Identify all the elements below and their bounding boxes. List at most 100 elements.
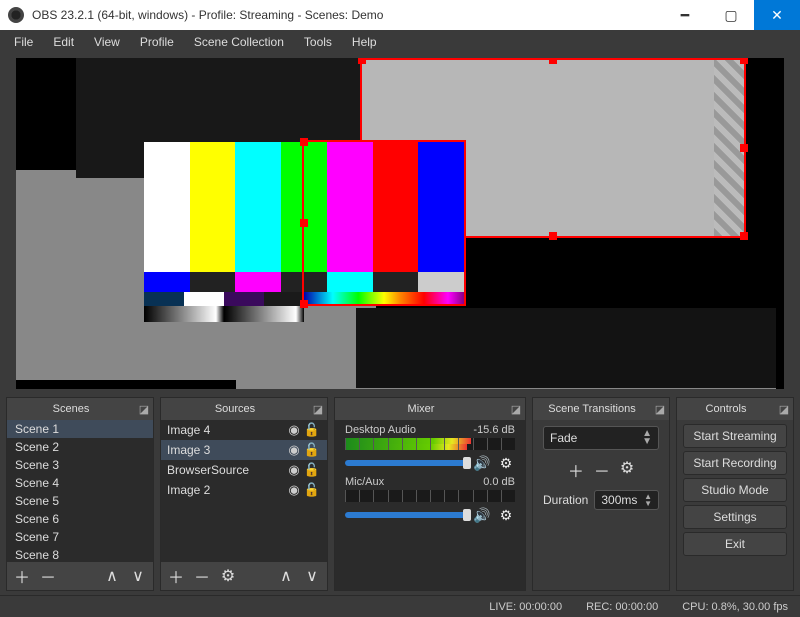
remove-transition-button[interactable]: －: [594, 458, 610, 482]
popout-icon[interactable]: ◪: [135, 403, 153, 416]
visibility-icon[interactable]: ◉: [285, 462, 303, 478]
handle-s[interactable]: [549, 232, 557, 240]
mixer-panel: Mixer ◪ Desktop Audio-15.6 dB 🔊 ⚙: [334, 397, 526, 591]
visibility-icon[interactable]: ◉: [285, 482, 303, 498]
remove-source-button[interactable]: －: [193, 564, 211, 588]
panels-row: Scenes ◪ Scene 1 Scene 2 Scene 3 Scene 4…: [0, 393, 800, 595]
volume-slider[interactable]: [345, 460, 467, 466]
remove-scene-button[interactable]: －: [39, 564, 57, 588]
popout-icon[interactable]: ◪: [309, 403, 327, 416]
app-icon: [8, 7, 24, 23]
transitions-title: Scene Transitions: [533, 403, 651, 415]
status-cpu: CPU: 0.8%, 30.00 fps: [682, 601, 788, 613]
scene-item[interactable]: Scene 7: [7, 528, 153, 546]
source-item[interactable]: BrowserSource◉🔓: [161, 460, 327, 480]
handle-e[interactable]: [740, 144, 748, 152]
close-button[interactable]: ✕: [754, 0, 800, 30]
gear-icon[interactable]: ⚙: [497, 454, 515, 472]
move-scene-up-button[interactable]: ∧: [103, 566, 121, 586]
mixer-channel: Mic/Aux0.0 dB 🔊 ⚙: [335, 472, 525, 524]
move-scene-down-button[interactable]: ∨: [129, 566, 147, 586]
menu-tools[interactable]: Tools: [294, 31, 342, 53]
maximize-button[interactable]: ▢: [708, 0, 754, 30]
visibility-icon[interactable]: ◉: [285, 442, 303, 458]
scenes-list[interactable]: Scene 1 Scene 2 Scene 3 Scene 4 Scene 5 …: [7, 420, 153, 562]
scene-item[interactable]: Scene 2: [7, 438, 153, 456]
controls-body: Start Streaming Start Recording Studio M…: [677, 420, 793, 590]
preview-inner-selection[interactable]: [302, 140, 466, 306]
lock-icon[interactable]: 🔓: [303, 442, 321, 458]
scene-item[interactable]: Scene 3: [7, 456, 153, 474]
exit-button[interactable]: Exit: [683, 532, 787, 556]
start-streaming-button[interactable]: Start Streaming: [683, 424, 787, 448]
preview-source-colorbars[interactable]: [144, 142, 464, 322]
spinner-icon[interactable]: ▲▼: [644, 493, 652, 507]
status-live: LIVE: 00:00:00: [489, 601, 562, 613]
menu-scene-collection[interactable]: Scene Collection: [184, 31, 294, 53]
add-transition-button[interactable]: ＋: [568, 458, 584, 482]
lock-icon[interactable]: 🔓: [303, 462, 321, 478]
titlebar[interactable]: OBS 23.2.1 (64-bit, windows) - Profile: …: [0, 0, 800, 30]
popout-icon[interactable]: ◪: [651, 403, 669, 416]
menu-view[interactable]: View: [84, 31, 130, 53]
scene-item[interactable]: Scene 6: [7, 510, 153, 528]
menu-edit[interactable]: Edit: [43, 31, 84, 53]
menu-help[interactable]: Help: [342, 31, 387, 53]
statusbar: LIVE: 00:00:00 REC: 00:00:00 CPU: 0.8%, …: [0, 595, 800, 617]
gear-icon[interactable]: ⚙: [497, 506, 515, 524]
mixer-channel: Desktop Audio-15.6 dB 🔊 ⚙: [335, 420, 525, 472]
source-properties-button[interactable]: ⚙: [219, 566, 237, 586]
handle-nw[interactable]: [358, 58, 366, 64]
source-item[interactable]: Image 4◉🔓: [161, 420, 327, 440]
move-source-up-button[interactable]: ∧: [277, 566, 295, 586]
handle-sw-inner[interactable]: [300, 300, 308, 308]
scenes-panel: Scenes ◪ Scene 1 Scene 2 Scene 3 Scene 4…: [6, 397, 154, 591]
menu-profile[interactable]: Profile: [130, 31, 184, 53]
studio-mode-button[interactable]: Studio Mode: [683, 478, 787, 502]
transitions-panel: Scene Transitions ◪ Fade ▲▼ ＋ － ⚙ Durati…: [532, 397, 670, 591]
sources-title: Sources: [161, 403, 309, 415]
transition-properties-button[interactable]: ⚙: [620, 458, 634, 482]
add-scene-button[interactable]: ＋: [13, 564, 31, 588]
audio-meter: [345, 490, 515, 502]
menu-file[interactable]: File: [4, 31, 43, 53]
controls-title: Controls: [677, 403, 775, 415]
scene-item[interactable]: Scene 1: [7, 420, 153, 438]
move-source-down-button[interactable]: ∨: [303, 566, 321, 586]
source-item[interactable]: Image 3◉🔓: [161, 440, 327, 460]
channel-level: -15.6 dB: [473, 424, 515, 436]
popout-icon[interactable]: ◪: [507, 403, 525, 416]
channel-name: Mic/Aux: [345, 476, 483, 488]
scene-item[interactable]: Scene 5: [7, 492, 153, 510]
start-recording-button[interactable]: Start Recording: [683, 451, 787, 475]
handle-n[interactable]: [549, 58, 557, 64]
sources-list[interactable]: Image 4◉🔓 Image 3◉🔓 BrowserSource◉🔓 Imag…: [161, 420, 327, 562]
popout-icon[interactable]: ◪: [775, 403, 793, 416]
audio-meter: [345, 438, 515, 450]
app-window: OBS 23.2.1 (64-bit, windows) - Profile: …: [0, 0, 800, 617]
scene-item[interactable]: Scene 8: [7, 546, 153, 562]
source-item[interactable]: Image 2◉🔓: [161, 480, 327, 500]
transition-select[interactable]: Fade ▲▼: [543, 426, 659, 450]
mixer-title: Mixer: [335, 403, 507, 415]
handle-se[interactable]: [740, 232, 748, 240]
duration-label: Duration: [543, 493, 588, 507]
preview-area: [0, 54, 800, 393]
speaker-icon[interactable]: 🔊: [473, 506, 491, 524]
minimize-button[interactable]: ━: [662, 0, 708, 30]
lock-icon[interactable]: 🔓: [303, 422, 321, 438]
scene-item[interactable]: Scene 4: [7, 474, 153, 492]
preview-canvas[interactable]: [16, 58, 784, 389]
lock-icon[interactable]: 🔓: [303, 482, 321, 498]
settings-button[interactable]: Settings: [683, 505, 787, 529]
handle-w-inner[interactable]: [300, 219, 308, 227]
speaker-icon[interactable]: 🔊: [473, 454, 491, 472]
sources-panel: Sources ◪ Image 4◉🔓 Image 3◉🔓 BrowserSou…: [160, 397, 328, 591]
handle-nw-inner[interactable]: [300, 138, 308, 146]
volume-slider[interactable]: [345, 512, 467, 518]
mixer-body: Desktop Audio-15.6 dB 🔊 ⚙ Mic/Aux0.0 dB: [335, 420, 525, 590]
visibility-icon[interactable]: ◉: [285, 422, 303, 438]
handle-ne[interactable]: [740, 58, 748, 64]
duration-input[interactable]: 300ms ▲▼: [594, 490, 659, 510]
add-source-button[interactable]: ＋: [167, 564, 185, 588]
